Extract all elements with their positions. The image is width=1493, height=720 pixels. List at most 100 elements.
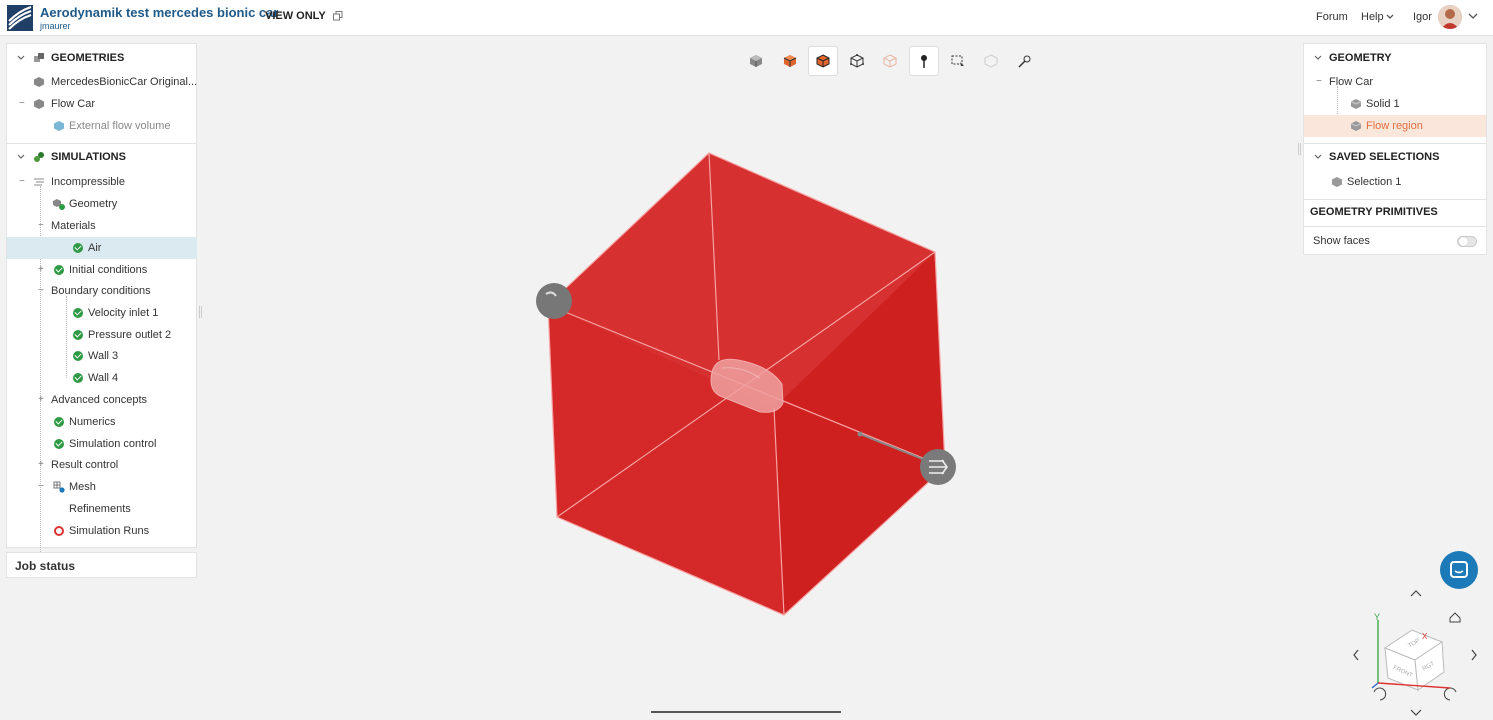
transparent-cube-icon[interactable]: [875, 46, 905, 76]
tree-item-label: Flow region: [1366, 120, 1423, 132]
tree-item-label: Simulation Runs: [69, 525, 150, 537]
show-faces-label: Show faces: [1313, 235, 1370, 247]
solid-icon: [1350, 99, 1362, 109]
right-panel-resize-handle[interactable]: [1298, 143, 1301, 155]
check-icon: [73, 351, 83, 361]
chevron-down-icon[interactable]: [17, 154, 25, 160]
collapse-toggle[interactable]: −: [1316, 77, 1322, 87]
check-icon: [73, 373, 83, 383]
tree-item-label: Flow Car: [1329, 76, 1374, 88]
chevron-down-icon[interactable]: [1314, 55, 1322, 61]
collapse-toggle[interactable]: −: [38, 221, 44, 231]
velocity-inlet-marker[interactable]: [536, 283, 572, 319]
simulation-tree-panel: GEOMETRIES MercedesBionicCar Original...…: [6, 43, 197, 566]
tree-item-label: Velocity inlet 1: [88, 307, 159, 319]
geometries-label: GEOMETRIES: [51, 52, 125, 64]
panel-resize-handle[interactable]: [199, 306, 202, 318]
mesh-icon: [53, 481, 65, 493]
collapse-toggle[interactable]: −: [19, 99, 25, 109]
check-icon: [54, 417, 64, 427]
tree-item-flow-car[interactable]: − Flow Car: [1304, 71, 1486, 93]
tree-item-label: Flow Car: [51, 98, 96, 110]
expand-toggle[interactable]: +: [38, 395, 44, 405]
geometry-icon: [34, 99, 44, 109]
flow-volume-icon: [54, 121, 64, 131]
geometry-section[interactable]: GEOMETRY: [1304, 47, 1486, 69]
geometry-primitives-label: GEOMETRY PRIMITIVES: [1310, 206, 1438, 218]
tree-item-materials[interactable]: − Materials: [7, 215, 197, 237]
tree-item-label: Initial conditions: [69, 264, 148, 276]
view-cube[interactable]: Y X TOP FRONT RGT: [1350, 588, 1480, 718]
geometries-icon: [34, 53, 44, 62]
rotate-left-icon[interactable]: [1353, 649, 1359, 661]
solid-orange-cube-icon[interactable]: [775, 46, 805, 76]
tree-item-refinements[interactable]: Refinements: [7, 498, 197, 520]
solid-edges-cube-icon[interactable]: [808, 46, 838, 76]
tree-item-label: Refinements: [69, 503, 131, 515]
tree-item-label: External flow volume: [69, 120, 171, 132]
tree-item-external-flow-volume[interactable]: External flow volume: [7, 115, 197, 137]
tree-item-result-control[interactable]: + Result control: [7, 454, 197, 476]
tree-item-label: MercedesBionicCar Original...: [51, 76, 198, 88]
measure-icon[interactable]: [1010, 46, 1040, 76]
tree-item-geometry-original[interactable]: MercedesBionicCar Original...: [7, 71, 197, 93]
roll-right-icon[interactable]: [1443, 687, 1457, 701]
tree-item-pressure-outlet[interactable]: Pressure outlet 2: [7, 324, 197, 346]
tree-item-boundary-conditions[interactable]: − Boundary conditions: [7, 280, 197, 302]
simulations-section[interactable]: SIMULATIONS: [7, 146, 197, 168]
rotate-down-icon[interactable]: [1410, 709, 1422, 716]
saved-selections-label: SAVED SELECTIONS: [1329, 151, 1440, 163]
expand-toggle[interactable]: +: [38, 460, 44, 470]
shaded-cube-icon[interactable]: [741, 46, 771, 76]
geometry-primitives-section[interactable]: GEOMETRY PRIMITIVES: [1304, 201, 1486, 223]
expand-toggle[interactable]: +: [38, 265, 44, 275]
tree-item-air[interactable]: Air: [7, 237, 197, 259]
tree-item-velocity-inlet[interactable]: Velocity inlet 1: [7, 302, 197, 324]
rotate-right-icon[interactable]: [1471, 649, 1477, 661]
job-status-panel[interactable]: Job status: [6, 552, 197, 578]
saved-selections-section[interactable]: SAVED SELECTIONS: [1304, 146, 1486, 168]
check-icon: [73, 308, 83, 318]
tree-item-selection[interactable]: Selection 1: [1304, 171, 1486, 193]
viewport[interactable]: [0, 0, 1493, 720]
tree-item-incompressible[interactable]: − Incompressible: [7, 171, 197, 193]
simulations-label: SIMULATIONS: [51, 151, 126, 163]
show-faces-toggle[interactable]: [1457, 236, 1477, 247]
tree-item-flow-car[interactable]: − Flow Car: [7, 93, 197, 115]
tree-item-mesh[interactable]: − Mesh: [7, 476, 197, 498]
tree-item-wall-4[interactable]: Wall 4: [7, 367, 197, 389]
tree-item-simulation-runs[interactable]: Simulation Runs: [7, 520, 197, 542]
axis-y-label: Y: [1374, 612, 1380, 622]
tree-item-geometry[interactable]: Geometry: [7, 193, 197, 215]
tree-item-solid[interactable]: Solid 1: [1304, 93, 1486, 115]
tree-item-numerics[interactable]: Numerics: [7, 411, 197, 433]
tree-item-initial-conditions[interactable]: + Initial conditions: [7, 259, 197, 281]
wireframe-cube-icon[interactable]: [842, 46, 872, 76]
hidden-parts-icon[interactable]: [976, 46, 1006, 76]
collapse-toggle[interactable]: −: [38, 482, 44, 492]
chevron-down-icon[interactable]: [17, 55, 25, 61]
tree-item-wall-3[interactable]: Wall 3: [7, 345, 197, 367]
tree-item-flow-region[interactable]: Flow region: [1304, 115, 1486, 137]
tree-item-advanced-concepts[interactable]: + Advanced concepts: [7, 389, 197, 411]
box-select-icon[interactable]: [943, 46, 973, 76]
divider: [1304, 199, 1486, 200]
pressure-outlet-marker[interactable]: [920, 449, 956, 485]
roll-left-icon[interactable]: [1373, 687, 1387, 701]
geometries-section[interactable]: GEOMETRIES: [7, 47, 197, 69]
rotate-up-icon[interactable]: [1410, 590, 1422, 597]
tree-item-label: Result control: [51, 459, 119, 471]
tree-item-label: Pressure outlet 2: [88, 329, 172, 341]
home-icon[interactable]: [1449, 612, 1461, 623]
axis-x-label: X: [1422, 632, 1428, 641]
tree-item-label: Incompressible: [51, 176, 125, 188]
collapse-toggle[interactable]: −: [38, 286, 44, 296]
tree-item-simulation-control[interactable]: Simulation control: [7, 433, 197, 455]
chevron-down-icon[interactable]: [1314, 154, 1322, 160]
horizontal-scrollbar[interactable]: [651, 711, 841, 713]
simulation-type-icon: [34, 178, 44, 186]
collapse-toggle[interactable]: −: [19, 177, 25, 187]
chat-button[interactable]: [1440, 551, 1478, 589]
tree-item-label: Advanced concepts: [51, 394, 148, 406]
point-pick-icon[interactable]: [909, 46, 939, 76]
